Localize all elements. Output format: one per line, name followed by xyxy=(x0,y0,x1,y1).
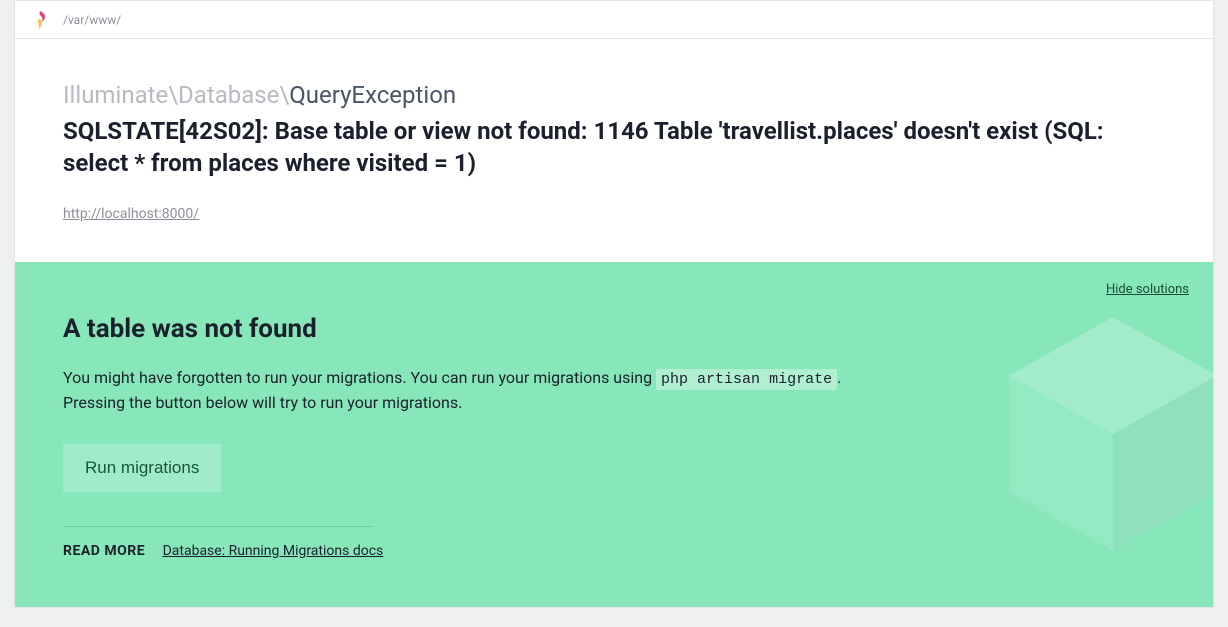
readmore-row: READ MORE Database: Running Migrations d… xyxy=(63,543,1165,559)
exception-header: Illuminate\Database\QueryException SQLST… xyxy=(15,39,1213,262)
hide-solutions-link[interactable]: Hide solutions xyxy=(1106,282,1189,297)
solution-body-text-2: . xyxy=(837,368,841,387)
app-path: /var/www/ xyxy=(63,13,121,27)
readmore-link[interactable]: Database: Running Migrations docs xyxy=(163,543,384,559)
solutions-panel: Hide solutions A table was not found You… xyxy=(15,262,1213,607)
exception-namespace: Illuminate\Database\ xyxy=(63,81,289,109)
solution-body-line-2: Pressing the button below will try to ru… xyxy=(63,393,462,412)
exception-namespace-line: Illuminate\Database\QueryException xyxy=(63,81,1165,109)
error-card: /var/www/ Illuminate\Database\QueryExcep… xyxy=(14,0,1214,608)
exception-message: SQLSTATE[42S02]: Base table or view not … xyxy=(63,115,1165,180)
solution-divider xyxy=(63,526,373,527)
run-migrations-button[interactable]: Run migrations xyxy=(63,444,221,492)
request-url-link[interactable]: http://localhost:8000/ xyxy=(63,206,199,222)
solution-body-text-1: You might have forgotten to run your mig… xyxy=(63,368,656,387)
solution-body: You might have forgotten to run your mig… xyxy=(63,366,963,416)
ignition-logo-icon xyxy=(33,11,47,29)
solution-code-snippet: php artisan migrate xyxy=(656,369,837,390)
topbar: /var/www/ xyxy=(15,1,1213,39)
exception-class: QueryException xyxy=(289,81,456,109)
solution-title: A table was not found xyxy=(63,314,1165,344)
readmore-label: READ MORE xyxy=(63,543,145,559)
